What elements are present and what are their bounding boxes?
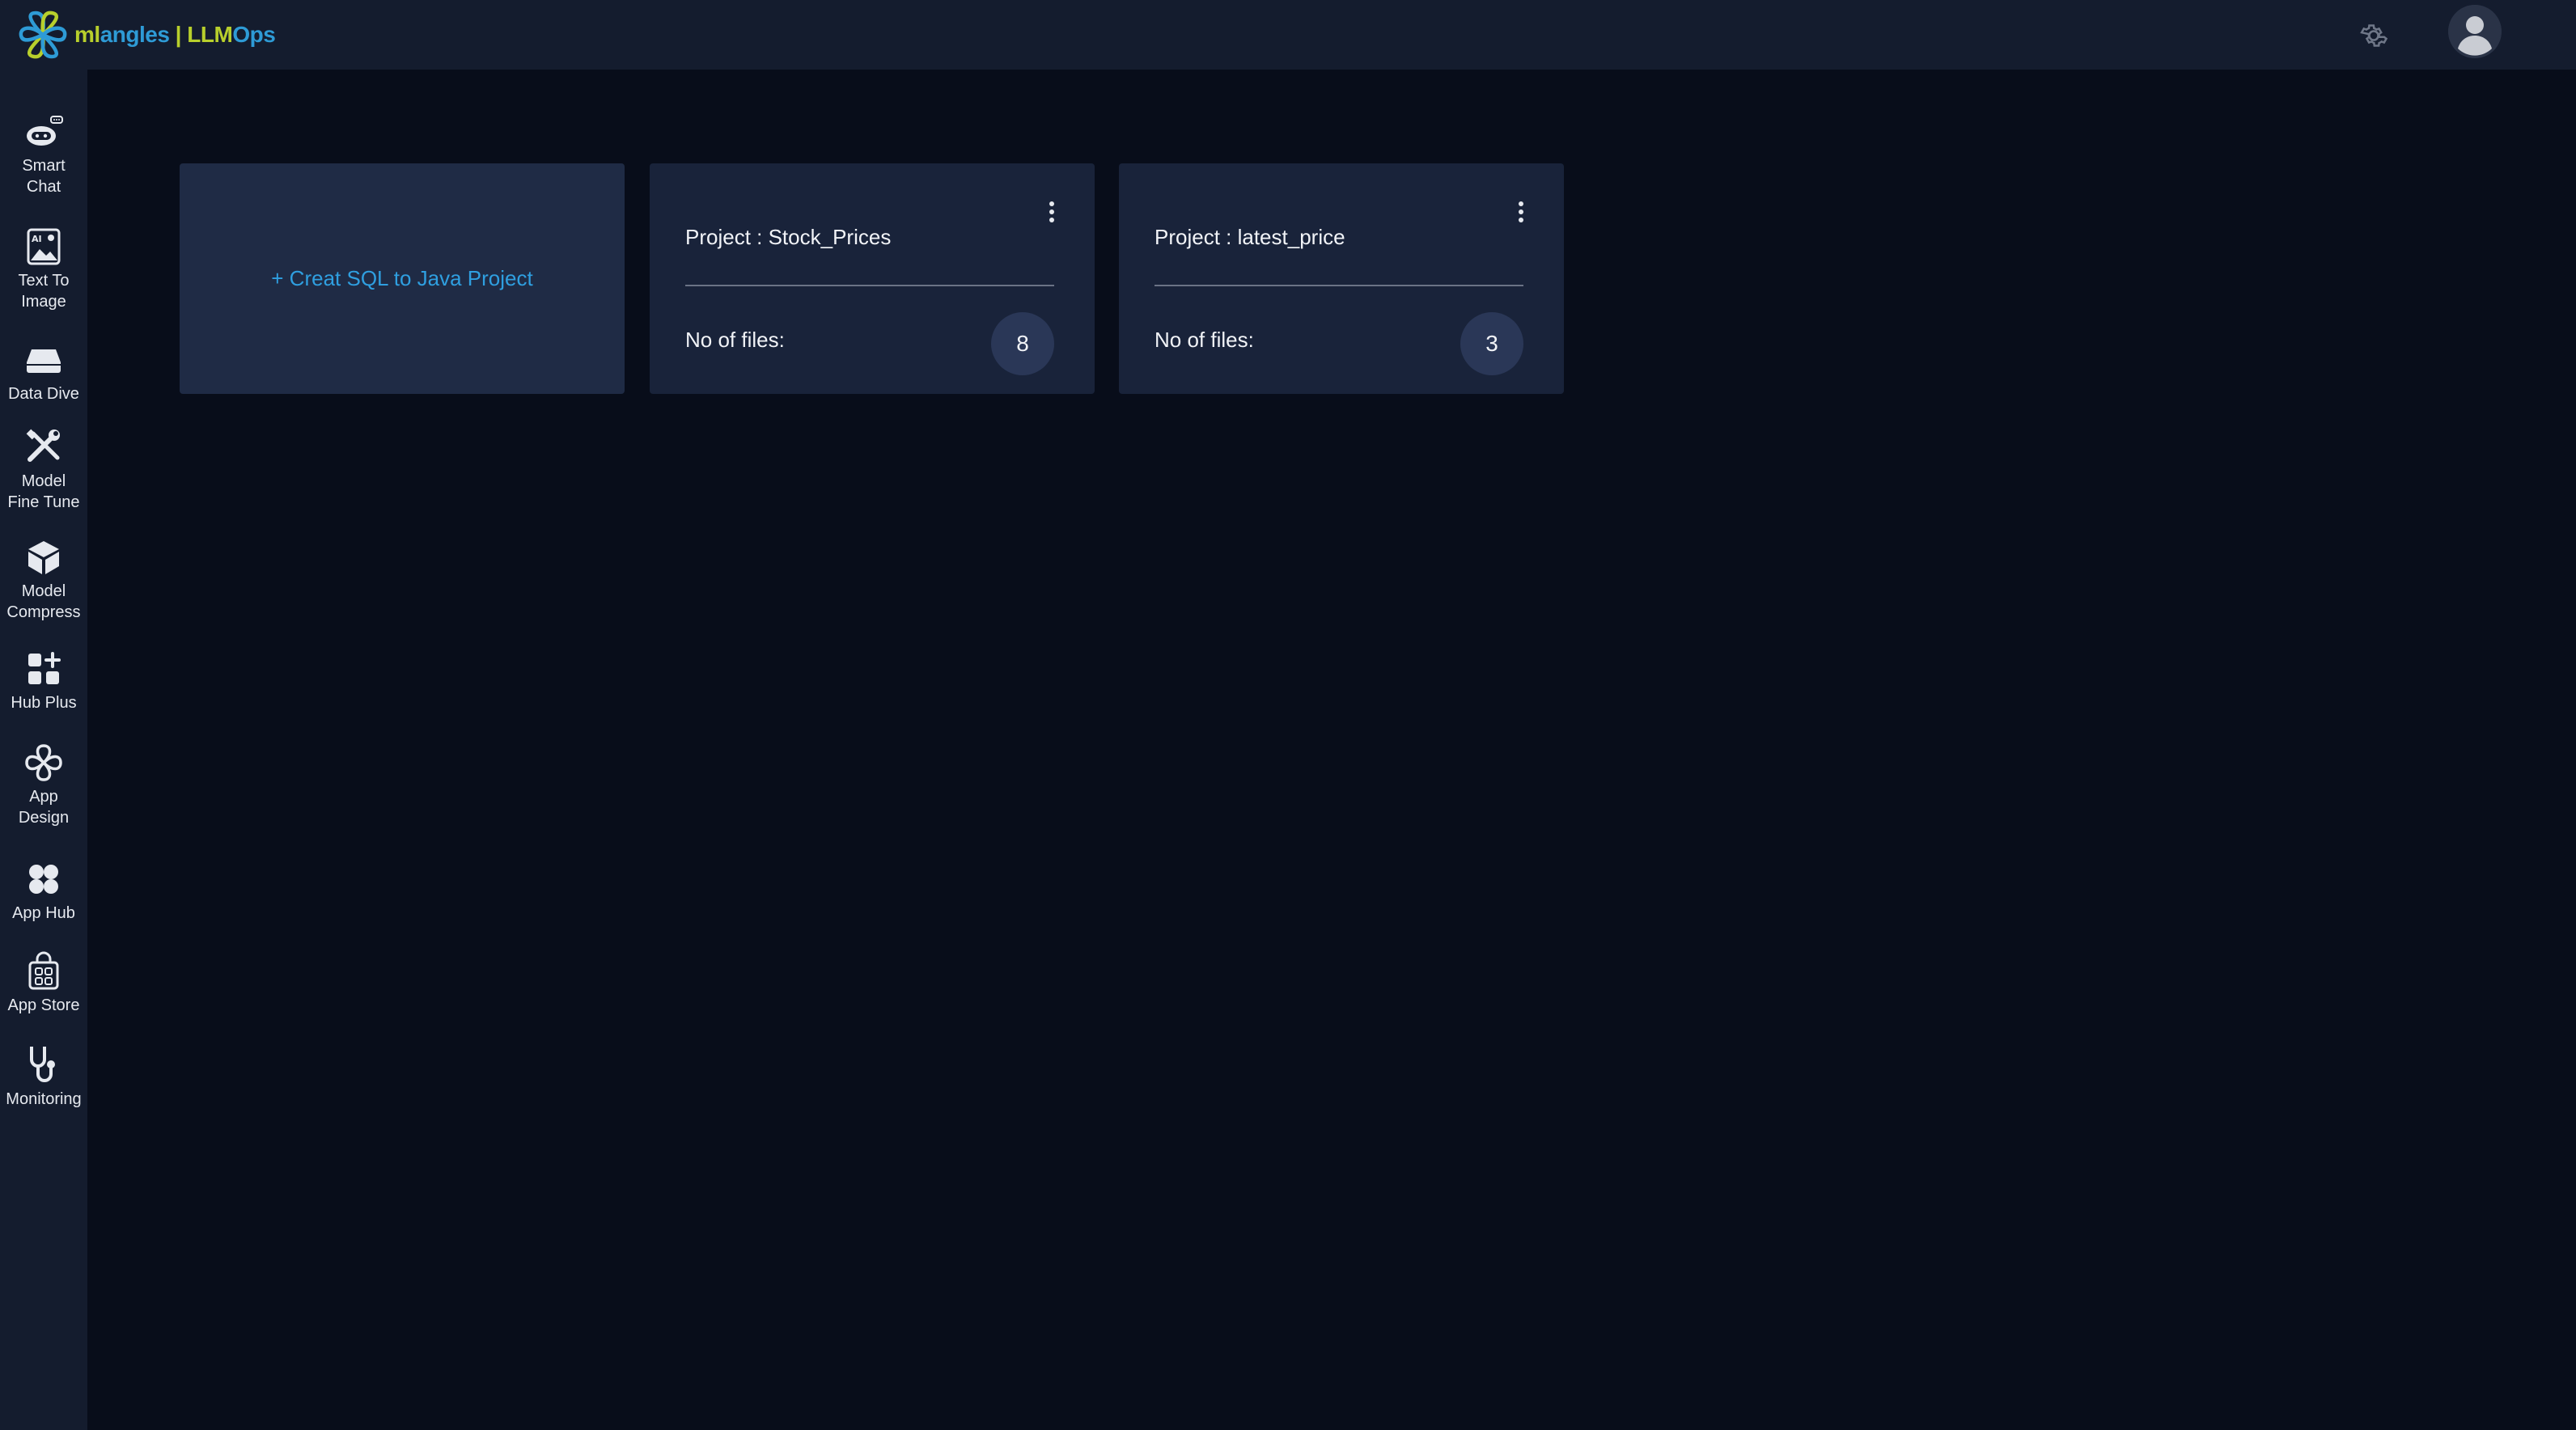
sidebar-item-label: App Hub xyxy=(12,904,75,922)
files-count-label: No of files: xyxy=(1155,328,1254,352)
database-drive-icon xyxy=(27,349,61,373)
project-menu-button[interactable] xyxy=(1509,196,1533,228)
card-divider xyxy=(685,285,1054,286)
cube-icon xyxy=(28,541,59,574)
project-title: Project : Stock_Prices xyxy=(685,225,892,249)
sidebar-item-app-design[interactable]: App Design xyxy=(0,742,87,828)
user-avatar-button[interactable] xyxy=(2448,5,2502,58)
sidebar-item-label: Model Compress xyxy=(6,582,81,621)
kebab-menu-icon xyxy=(1049,201,1054,222)
logo-ml: ml xyxy=(74,22,100,47)
logo-angles: angles xyxy=(100,22,170,47)
create-project-card[interactable]: + Creat SQL to Java Project xyxy=(180,163,625,394)
project-menu-button[interactable] xyxy=(1040,196,1064,228)
project-title: Project : latest_price xyxy=(1155,225,1345,249)
sidebar-item-label: Data Dive xyxy=(8,385,79,403)
sidebar: Smart Chat AI Text To Image Data Dive Mo… xyxy=(0,70,87,1430)
sidebar-item-label: Text To Image xyxy=(18,272,70,311)
logo-separator: | xyxy=(169,22,188,47)
sidebar-item-label: Model Fine Tune xyxy=(7,472,80,511)
sidebar-item-model-compress[interactable]: Model Compress xyxy=(0,537,87,623)
sidebar-item-text-to-image[interactable]: AI Text To Image xyxy=(0,226,87,312)
sidebar-item-smart-chat[interactable]: Smart Chat xyxy=(0,112,87,197)
sidebar-item-label: Smart Chat xyxy=(22,157,66,196)
robot-chat-icon xyxy=(27,116,63,146)
project-card[interactable]: Project : latest_price No of files: 3 xyxy=(1119,163,1564,394)
stethoscope-icon xyxy=(30,1047,55,1082)
sidebar-item-data-dive[interactable]: Data Dive xyxy=(0,340,87,404)
tools-icon xyxy=(26,429,60,462)
project-card[interactable]: Project : Stock_Prices No of files: 8 xyxy=(650,163,1095,394)
sidebar-item-label: App Store xyxy=(7,996,80,1014)
logo-wordmark: mlangles | LLMOps xyxy=(74,22,276,48)
sidebar-item-label: App Design xyxy=(18,788,70,827)
app-design-icon xyxy=(25,744,62,781)
gear-icon xyxy=(2360,24,2388,47)
sidebar-item-label: Monitoring xyxy=(6,1090,82,1108)
kebab-menu-icon xyxy=(1519,201,1523,222)
files-count-badge: 8 xyxy=(991,312,1054,375)
sidebar-item-label: Hub Plus xyxy=(11,694,77,712)
user-avatar-icon xyxy=(2448,5,2502,58)
create-project-label: + Creat SQL to Java Project xyxy=(271,266,533,290)
files-count-badge: 3 xyxy=(1460,312,1523,375)
sidebar-item-model-fine-tune[interactable]: Model Fine Tune xyxy=(0,427,87,513)
logo-llm: LLM xyxy=(187,22,233,47)
clover-logo-icon xyxy=(19,11,67,59)
sidebar-item-app-store[interactable]: App Store xyxy=(0,951,87,1016)
top-bar: mlangles | LLMOps xyxy=(0,0,2576,70)
grid-plus-icon xyxy=(28,652,61,684)
sidebar-item-app-hub[interactable]: App Hub xyxy=(0,859,87,924)
ai-image-icon: AI xyxy=(27,228,61,265)
logo-ops: Ops xyxy=(232,22,276,47)
app-logo[interactable]: mlangles | LLMOps xyxy=(15,6,276,63)
card-divider xyxy=(1155,285,1523,286)
files-count-label: No of files: xyxy=(685,328,785,352)
app-hub-icon xyxy=(29,865,58,894)
settings-button[interactable] xyxy=(2354,16,2393,55)
svg-text:AI: AI xyxy=(32,234,42,244)
shopping-bag-icon xyxy=(28,951,59,990)
sidebar-item-monitoring[interactable]: Monitoring xyxy=(0,1045,87,1110)
sidebar-item-hub-plus[interactable]: Hub Plus xyxy=(0,649,87,713)
